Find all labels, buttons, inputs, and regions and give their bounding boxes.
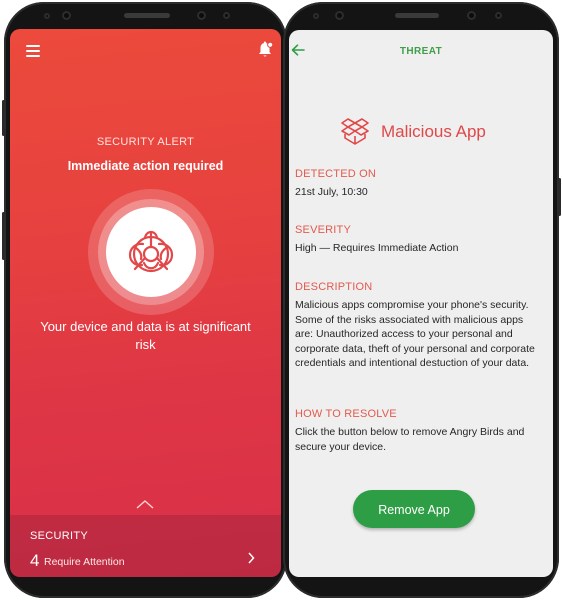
description-heading: DESCRIPTION	[295, 281, 373, 293]
phone-top-bezel	[4, 2, 287, 32]
attention-count: 4	[30, 551, 40, 570]
earpiece-speaker	[395, 13, 439, 18]
attention-label: Require Attention	[44, 556, 125, 568]
sensor-dot-small	[44, 13, 50, 19]
alert-label: SECURITY ALERT	[96, 136, 195, 148]
detected-on-value: 21st July, 10:30	[295, 186, 368, 198]
security-summary-panel[interactable]: SECURITY 4 Require Attention	[10, 515, 281, 577]
bixby-button	[2, 212, 5, 260]
detected-on-heading: DETECTED ON	[295, 168, 377, 180]
security-title: SECURITY	[30, 530, 89, 542]
biohazard-icon	[128, 230, 174, 273]
phone-left: SECURITY ALERT Immediate action required	[2, 2, 287, 598]
sensor-dot	[335, 11, 344, 20]
sensor-dot-right	[223, 12, 230, 19]
chevron-right-icon[interactable]	[247, 552, 255, 564]
front-camera	[467, 11, 476, 20]
volume-button	[2, 100, 5, 136]
power-button	[558, 178, 561, 216]
sensor-dot-small	[313, 13, 319, 19]
phone-right: THREAT Malicious App DETECTED ON 21st Ju…	[283, 2, 561, 598]
severity-heading: SEVERITY	[295, 224, 352, 236]
phone-top-bezel	[283, 2, 559, 32]
how-to-resolve-value: Click the button below to remove Angry B…	[295, 426, 525, 453]
bell-icon[interactable]	[257, 41, 273, 59]
menu-icon[interactable]	[26, 45, 40, 60]
dropbox-box-icon	[341, 118, 369, 145]
sensor-dot-right	[495, 12, 502, 19]
app-name: Malicious App	[381, 122, 486, 141]
security-alert-screen: SECURITY ALERT Immediate action required	[10, 29, 281, 577]
how-to-resolve-heading: HOW TO RESOLVE	[295, 408, 397, 420]
chevron-up-icon[interactable]	[136, 499, 154, 509]
severity-value: High — Requires Immediate Action	[295, 242, 459, 254]
risk-message: Your device and data is at significant r…	[40, 319, 251, 352]
earpiece-speaker	[124, 13, 170, 18]
front-camera	[197, 11, 206, 20]
description-value: Malicious apps compromise your phone's s…	[295, 299, 535, 370]
remove-app-button[interactable]: Remove App	[353, 490, 475, 528]
threat-detail-screen: THREAT Malicious App DETECTED ON 21st Ju…	[289, 30, 553, 577]
sensor-dot	[62, 11, 71, 20]
page-title: THREAT	[399, 46, 443, 57]
alert-headline: Immediate action required	[67, 159, 224, 173]
hazard-badge	[106, 207, 196, 297]
